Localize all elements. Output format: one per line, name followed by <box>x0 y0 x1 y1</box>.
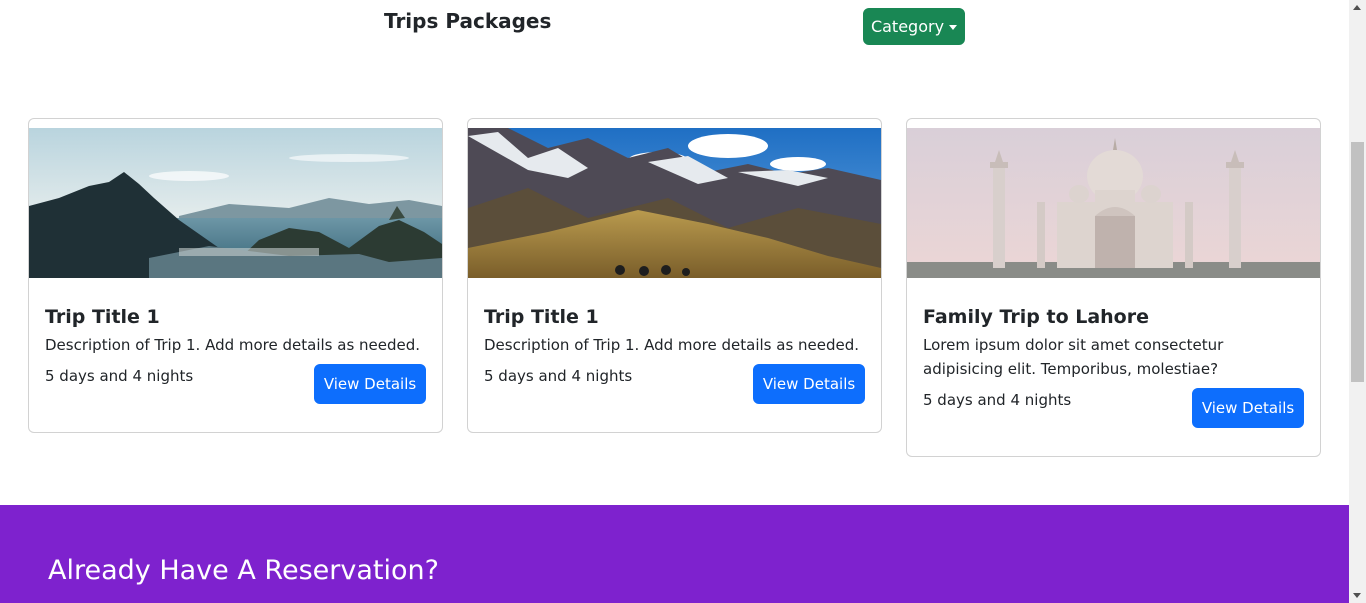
trip-card: Family Trip to Lahore Lorem ipsum dolor … <box>906 118 1321 457</box>
scroll-down-arrow-icon[interactable] <box>1353 593 1361 598</box>
reservation-heading: Already Have A Reservation? <box>48 555 439 586</box>
category-button-label: Category <box>870 17 945 36</box>
card-title: Family Trip to Lahore <box>923 306 1149 328</box>
view-details-button[interactable]: View Details <box>1192 388 1304 428</box>
scroll-up-arrow-icon[interactable] <box>1353 5 1361 10</box>
trip-card: Trip Title 1 Description of Trip 1. Add … <box>28 118 443 433</box>
scrollbar-thumb[interactable] <box>1351 142 1364 382</box>
reservation-section: Already Have A Reservation? <box>0 505 1349 603</box>
view-details-button[interactable]: View Details <box>753 364 865 404</box>
trip-image-taj-mahal <box>907 128 1320 278</box>
trip-duration: 5 days and 4 nights <box>923 391 1072 409</box>
trip-image-coastal-city <box>29 128 442 278</box>
vertical-scrollbar[interactable] <box>1349 0 1366 603</box>
trip-duration: 5 days and 4 nights <box>45 367 194 385</box>
page-title: Trips Packages <box>384 9 552 33</box>
card-title: Trip Title 1 <box>45 306 160 328</box>
card-description: Description of Trip 1. Add more details … <box>484 336 860 354</box>
card-description: Description of Trip 1. Add more details … <box>45 336 421 354</box>
trip-image-mountain-valley <box>468 128 881 278</box>
caret-down-icon <box>949 25 958 30</box>
card-description: Lorem ipsum dolor sit amet consectetur a… <box>923 336 1224 378</box>
trip-duration: 5 days and 4 nights <box>484 367 633 385</box>
card-title: Trip Title 1 <box>484 306 599 328</box>
view-details-button[interactable]: View Details <box>314 364 426 404</box>
trip-card: Trip Title 1 Description of Trip 1. Add … <box>467 118 882 433</box>
page: Trips Packages Category Trip Title 1 Des… <box>0 0 1349 603</box>
category-dropdown-button[interactable]: Category <box>863 8 965 45</box>
